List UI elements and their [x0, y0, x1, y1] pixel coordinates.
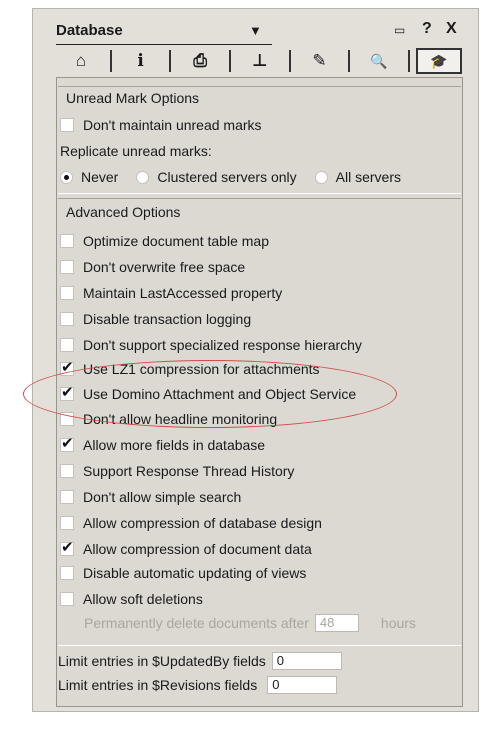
option-label: Disable transaction logging: [83, 311, 252, 327]
title-underline: [56, 44, 272, 45]
restore-icon[interactable]: ▭: [394, 23, 405, 37]
option-checkbox[interactable]: [60, 592, 74, 606]
highlight-annotation-oval: [23, 360, 397, 428]
dont-maintain-unread-checkbox[interactable]: [60, 118, 74, 132]
replicate-unread-label: Replicate unread marks:: [60, 143, 212, 159]
tab-basics[interactable]: ⌂: [58, 48, 104, 74]
unread-options-header: Unread Mark Options: [66, 90, 200, 106]
option-row[interactable]: Allow compression of database design: [60, 512, 322, 534]
basics-tab-icon: ⌂: [75, 51, 87, 70]
replicate-unread-radios: Never Clustered servers only All servers: [60, 166, 419, 188]
delete-after-label: Permanently delete documents after: [84, 615, 309, 631]
dont-maintain-unread-label: Don't maintain unread marks: [83, 117, 262, 133]
option-checkbox[interactable]: ✔: [60, 435, 74, 452]
radio-never[interactable]: Never: [60, 169, 118, 185]
title-dropdown-icon[interactable]: ▼: [249, 23, 262, 38]
option-checkbox[interactable]: [60, 286, 74, 300]
option-checkbox[interactable]: [60, 566, 74, 580]
option-label: Disable automatic updating of views: [83, 565, 307, 581]
option-label: Don't overwrite free space: [83, 259, 246, 275]
checkmark-icon: ✔: [61, 435, 74, 452]
radio-clustered-label: Clustered servers only: [157, 169, 297, 185]
option-label: Support Response Thread History: [83, 463, 295, 479]
limit-updatedby-field[interactable]: 0: [271, 652, 342, 670]
option-row[interactable]: Don't allow simple search: [60, 486, 241, 508]
window-title: Database: [56, 22, 123, 39]
tab-search[interactable]: 🔍: [356, 48, 402, 74]
option-row[interactable]: ✔ Allow compression of document data: [60, 538, 312, 560]
option-label: Don't allow simple search: [83, 489, 242, 505]
tab-separator: [229, 50, 231, 72]
properties-tabs: ⌂ i ⎙ ⊥ ✎ 🔍 🎓: [58, 47, 462, 75]
limit-revisions-row: Limit entries in $Revisions fields 0: [58, 674, 338, 696]
limit-revisions-field[interactable]: 0: [267, 676, 338, 694]
option-checkbox[interactable]: [60, 464, 74, 478]
limit-revisions-label: Limit entries in $Revisions fields: [58, 677, 258, 693]
delete-after-row: Permanently delete documents after 48 ho…: [84, 612, 416, 634]
radio-all-servers[interactable]: All servers: [314, 169, 401, 185]
tab-advanced[interactable]: 🎓: [415, 48, 462, 74]
search-tab-icon: 🔍: [370, 52, 388, 69]
option-checkbox[interactable]: ✔: [60, 539, 74, 556]
tab-launch[interactable]: ✎: [297, 48, 343, 74]
option-label: Allow more fields in database: [83, 437, 266, 453]
option-label: Allow compression of database design: [83, 515, 322, 531]
info-tab-icon: i: [137, 51, 144, 71]
design-tab-icon: ⊥: [252, 51, 268, 70]
option-label: Optimize document table map: [83, 233, 269, 249]
limit-updatedby-label: Limit entries in $UpdatedBy fields: [58, 653, 266, 669]
option-row[interactable]: Maintain LastAccessed property: [60, 282, 282, 304]
advanced-tab-icon: 🎓: [430, 52, 448, 69]
option-row[interactable]: Allow soft deletions: [60, 588, 203, 610]
radio-clustered-dot[interactable]: [136, 170, 150, 184]
limit-updatedby-row: Limit entries in $UpdatedBy fields 0: [58, 650, 342, 672]
option-checkbox[interactable]: [60, 490, 74, 504]
radio-never-dot[interactable]: [60, 170, 73, 184]
option-row[interactable]: Disable automatic updating of views: [60, 562, 306, 584]
delete-after-hours-field[interactable]: 48: [314, 614, 359, 632]
option-checkbox[interactable]: [60, 338, 74, 352]
launch-tab-icon: ✎: [312, 51, 327, 70]
tab-info[interactable]: i: [118, 48, 164, 74]
tab-separator: [348, 50, 351, 72]
option-label: Maintain LastAccessed property: [83, 285, 283, 301]
tab-separator: [408, 50, 410, 72]
option-row[interactable]: Support Response Thread History: [60, 460, 294, 482]
option-checkbox[interactable]: [60, 260, 74, 274]
radio-all-dot[interactable]: [314, 170, 328, 184]
option-label: Don't support specialized response hiera…: [83, 337, 362, 353]
delete-after-unit: hours: [380, 615, 416, 631]
option-row[interactable]: Optimize document table map: [60, 230, 269, 252]
checkmark-icon: ✔: [61, 539, 74, 556]
dont-maintain-unread-row[interactable]: Don't maintain unread marks: [60, 114, 262, 136]
option-row[interactable]: Don't support specialized response hiera…: [60, 334, 362, 356]
advanced-options-header: Advanced Options: [66, 204, 181, 220]
option-checkbox[interactable]: [60, 312, 74, 326]
title-bar: Database ▼ ▭ ? X: [56, 20, 471, 45]
option-row[interactable]: Don't overwrite free space: [60, 256, 245, 278]
tab-design[interactable]: ⊥: [237, 48, 283, 74]
option-label: Allow compression of document data: [83, 541, 312, 557]
radio-all-label: All servers: [335, 169, 401, 185]
close-icon[interactable]: X: [446, 20, 457, 38]
radio-clustered-servers[interactable]: Clustered servers only: [136, 169, 297, 185]
option-row[interactable]: ✔ Allow more fields in database: [60, 434, 265, 456]
tab-printing[interactable]: ⎙: [177, 48, 223, 74]
option-checkbox[interactable]: [60, 234, 74, 248]
option-checkbox[interactable]: [60, 516, 74, 530]
option-row[interactable]: Disable transaction logging: [60, 308, 251, 330]
tab-separator: [109, 50, 112, 72]
print-tab-icon: ⎙: [193, 51, 207, 70]
tab-separator: [169, 50, 172, 72]
option-label: Allow soft deletions: [83, 591, 203, 607]
tab-separator: [288, 50, 291, 72]
help-icon[interactable]: ?: [422, 20, 432, 38]
radio-never-label: Never: [81, 169, 119, 185]
